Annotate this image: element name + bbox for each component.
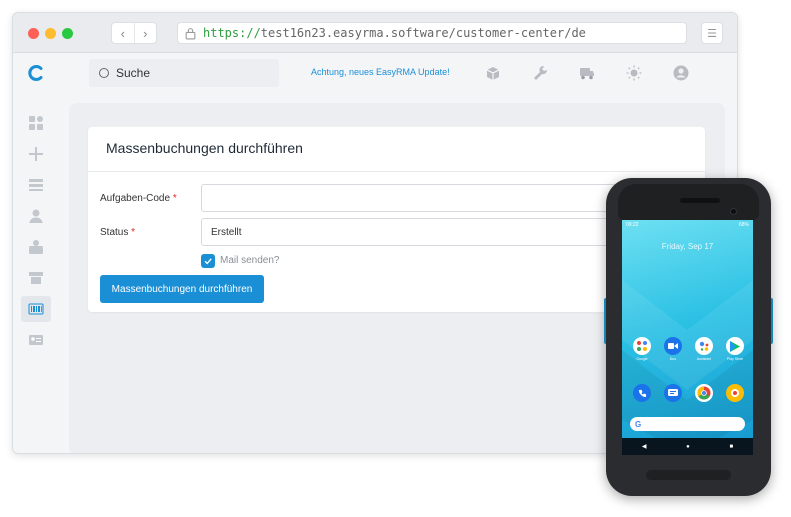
update-notice-link[interactable]: Achtung, neues EasyRMA Update! [311, 67, 450, 77]
phone-clock: Friday, Sep 17 [661, 242, 714, 251]
status-label: Status * [100, 227, 135, 238]
list-icon [29, 179, 43, 191]
phone-status-time: 09:22 [626, 222, 639, 228]
phone-statusbar: 09:22 68% [622, 220, 753, 230]
stage: ‹ › https:// test16n23.easyrma.software/… [0, 0, 791, 517]
app-label-play-store: Play Store [726, 357, 744, 361]
truck-icon[interactable] [578, 64, 596, 82]
sidebar-item-contacts[interactable] [21, 327, 51, 353]
sidebar-item-dashboard[interactable] [21, 110, 51, 136]
sidebar-item-person[interactable] [21, 203, 51, 229]
search-icon [99, 68, 109, 78]
task-code-label: Aufgaben-Code * [100, 193, 177, 204]
camera-app-icon [726, 384, 744, 402]
browser-titlebar: ‹ › https:// test16n23.easyrma.software/… [13, 13, 737, 53]
phone-screen: 09:22 68% Friday, Sep 17 Google Duo Assi… [622, 220, 753, 455]
dashboard-icon [29, 116, 43, 130]
sun-icon[interactable] [625, 64, 643, 82]
sidebar-item-mass-booking[interactable] [21, 296, 51, 322]
required-marker: * [172, 193, 177, 204]
search-label: Suche [116, 66, 151, 80]
easyrma-logo-icon[interactable] [27, 64, 45, 82]
minimize-window-button[interactable] [45, 28, 56, 39]
url-path: test16n23.easyrma.software/customer-cent… [260, 26, 586, 40]
google-g-logo: G [635, 419, 642, 429]
lock-icon [185, 27, 196, 39]
android-home-icon: ● [686, 443, 690, 450]
address-bar[interactable]: https:// test16n23.easyrma.software/cust… [177, 22, 687, 44]
app-label-duo: Duo [669, 357, 677, 361]
mail-send-checkbox[interactable] [201, 254, 215, 268]
forward-button[interactable]: › [133, 23, 157, 43]
app-topbar: Suche Achtung, neues EasyRMA Update! [13, 54, 737, 92]
sidebar [13, 92, 61, 453]
browser-nav-buttons: ‹ › [111, 22, 157, 44]
plus-icon [29, 147, 43, 161]
browser-menu-button[interactable]: ☰ [701, 22, 723, 44]
checkmark-icon [204, 258, 212, 265]
close-window-button[interactable] [28, 28, 39, 39]
card-divider [88, 171, 705, 172]
sidebar-item-inbox[interactable] [21, 234, 51, 260]
url-scheme: https:// [203, 26, 261, 40]
user-avatar-icon[interactable] [672, 64, 690, 82]
wrench-icon[interactable] [531, 64, 549, 82]
front-camera [730, 208, 737, 215]
page-title: Massenbuchungen durchführen [106, 140, 303, 156]
app-label-google: Google [636, 357, 648, 361]
messages-icon [664, 384, 682, 402]
assistant-icon [695, 337, 713, 355]
sidebar-item-archive[interactable] [21, 265, 51, 291]
speaker-grille [680, 198, 720, 203]
status-label-text: Status [100, 227, 129, 238]
google-search-bar: G [630, 417, 745, 431]
android-recents-icon: ■ [729, 443, 734, 450]
phone-body: 09:22 68% Friday, Sep 17 Google Duo Assi… [606, 178, 771, 496]
android-navbar: ◀ ● ■ [622, 438, 753, 455]
google-folder-icon [633, 337, 651, 355]
person-icon [29, 209, 43, 223]
required-marker: * [131, 227, 136, 238]
android-back-icon: ◀ [641, 444, 647, 450]
phone-status-battery: 68% [738, 222, 749, 228]
phone-bottom-bezel [646, 470, 731, 480]
duo-icon [664, 337, 682, 355]
phone-top-bezel [618, 184, 759, 220]
barcode-icon [28, 303, 44, 315]
mail-send-label: Mail senden? [220, 255, 280, 266]
app-label-assistant: Assistant [696, 357, 712, 361]
task-code-label-text: Aufgaben-Code [100, 193, 171, 204]
play-store-icon [726, 337, 744, 355]
back-button[interactable]: ‹ [112, 23, 134, 43]
search-input[interactable]: Suche [89, 59, 279, 87]
maximize-window-button[interactable] [62, 28, 73, 39]
contact-card-icon [29, 335, 43, 345]
inbox-icon [29, 240, 43, 254]
archive-icon [29, 272, 43, 284]
package-icon[interactable] [484, 64, 502, 82]
handheld-device-image: 09:22 68% Friday, Sep 17 Google Duo Assi… [604, 178, 773, 496]
sidebar-item-add[interactable] [21, 141, 51, 167]
sidebar-item-list[interactable] [21, 172, 51, 198]
chrome-icon [695, 384, 713, 402]
phone-app-icon [633, 384, 651, 402]
submit-mass-booking-button[interactable]: Massenbuchungen durchführen [100, 275, 264, 303]
